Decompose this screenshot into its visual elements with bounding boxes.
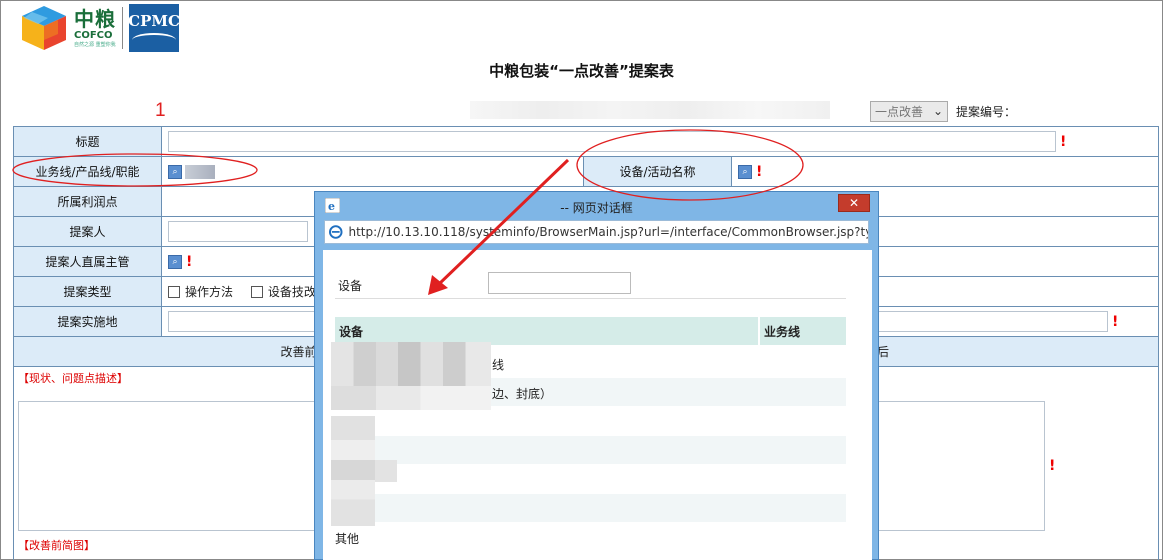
ie-page-icon (329, 225, 343, 239)
dialog-address-bar: http://10.13.10.118/systeminfo/BrowserMa… (324, 220, 869, 244)
redacted-list-text (331, 342, 491, 386)
annotation-number: 1 (155, 100, 166, 121)
logo-divider (122, 7, 123, 49)
required-mark: ! (1049, 458, 1056, 474)
label-supervisor: 提案人直属主管 (13, 246, 162, 277)
equipment-filter-label: 设备 (338, 279, 363, 293)
redacted-list-text (375, 460, 397, 482)
label-proposer: 提案人 (13, 216, 162, 247)
proposal-number-label: 提案编号： (956, 105, 1017, 119)
chevron-down-icon: ⌄ (932, 104, 943, 118)
proposer-input[interactable] (168, 221, 308, 242)
company-logo: 中粮 COFCO 自然之源 重塑你我 CPMC (18, 2, 198, 54)
row-title: 标题 ! (13, 126, 1159, 157)
equipment-filter-input[interactable] (488, 272, 631, 294)
proposal-type-select-value: 一点改善 (875, 105, 924, 119)
row-business-line: 业务线/产品线/职能 ⌕ 设备/活动名称 ⌕! (13, 156, 1159, 187)
checkbox-equipment-upgrade[interactable] (250, 285, 263, 298)
proposal-type-select[interactable]: 一点改善 ⌄ (870, 101, 948, 122)
label-location: 提案实施地 (13, 306, 162, 337)
problem-description-hint: 【现状、问题点描述】 (18, 372, 128, 385)
list-item[interactable] (335, 494, 846, 522)
row-text: 线 (492, 358, 505, 372)
cofco-cube-icon (22, 6, 66, 50)
list-item[interactable] (335, 436, 846, 464)
row-text: 边、封底） (492, 387, 553, 401)
column-header-equipment-text: 设备 (339, 324, 364, 339)
list-item[interactable]: 其他 (335, 523, 846, 551)
close-button[interactable]: ✕ (838, 194, 870, 212)
page-title: 中粮包装“一点改善”提案表 (489, 62, 674, 80)
close-icon: ✕ (848, 196, 860, 210)
equipment-cell: ⌕! (731, 156, 1159, 187)
redacted-list-text (331, 386, 491, 410)
problem-description-textarea[interactable] (18, 401, 318, 531)
label-profit-center: 所属利润点 (13, 186, 162, 217)
list-item[interactable] (335, 465, 846, 493)
column-header-equipment[interactable]: 设备 (335, 317, 758, 345)
business-line-cell: ⌕ (161, 156, 584, 187)
brand-cn: 中粮 (74, 6, 116, 31)
required-mark: ! (756, 163, 763, 180)
dialog-titlebar[interactable]: e -- 网页对话框 ✕ (315, 192, 878, 220)
redacted-value (185, 164, 215, 179)
required-mark: ! (1060, 133, 1067, 150)
required-mark: ! (186, 253, 193, 270)
label-equipment: 设备/活动名称 (583, 156, 732, 187)
title-input[interactable] (168, 131, 1056, 152)
list-item[interactable] (335, 407, 846, 435)
checkbox-operation-method[interactable] (168, 285, 180, 298)
title-cell: ! (161, 126, 1159, 157)
search-icon[interactable]: ⌕ (738, 164, 752, 179)
label-title: 标题 (13, 126, 162, 157)
column-header-business-line-text: 业务线 (764, 324, 801, 339)
web-page-dialog[interactable]: e -- 网页对话框 ✕ http://10.13.10.118/systemi… (314, 191, 879, 560)
column-header-business-line[interactable]: 业务线 (760, 317, 846, 345)
option-equipment-upgrade: 设备技改 (267, 285, 316, 299)
row-text: 其他 (335, 532, 360, 546)
option-operation-method: 操作方法 (185, 285, 234, 299)
proposal-meta: 一点改善 ⌄ 提案编号： (870, 101, 1016, 122)
search-icon[interactable]: ⌕ (168, 164, 182, 179)
cpmc-logo: CPMC (128, 4, 180, 52)
redacted-text (470, 101, 830, 119)
label-proposal-type: 提案类型 (13, 276, 162, 307)
before-header-text: 改善前 (280, 345, 317, 359)
brand-slogan: 自然之源 重塑你我 (74, 41, 116, 48)
filter-divider (335, 298, 846, 299)
label-business-line: 业务线/产品线/职能 (13, 156, 162, 187)
search-icon[interactable]: ⌕ (168, 254, 182, 269)
dialog-title: -- 网页对话框 (560, 201, 633, 215)
dialog-url: http://10.13.10.118/systeminfo/BrowserMa… (348, 225, 869, 239)
brand-en: COFCO (74, 29, 113, 41)
dialog-content: 设备 设备 业务线 线 边、封底） 其他 (323, 250, 872, 560)
after-description-textarea[interactable] (878, 401, 1045, 531)
before-sketch-hint: 【改善前简图】 (18, 539, 95, 552)
redacted-list-text (331, 416, 375, 526)
required-mark: ! (1112, 313, 1119, 330)
